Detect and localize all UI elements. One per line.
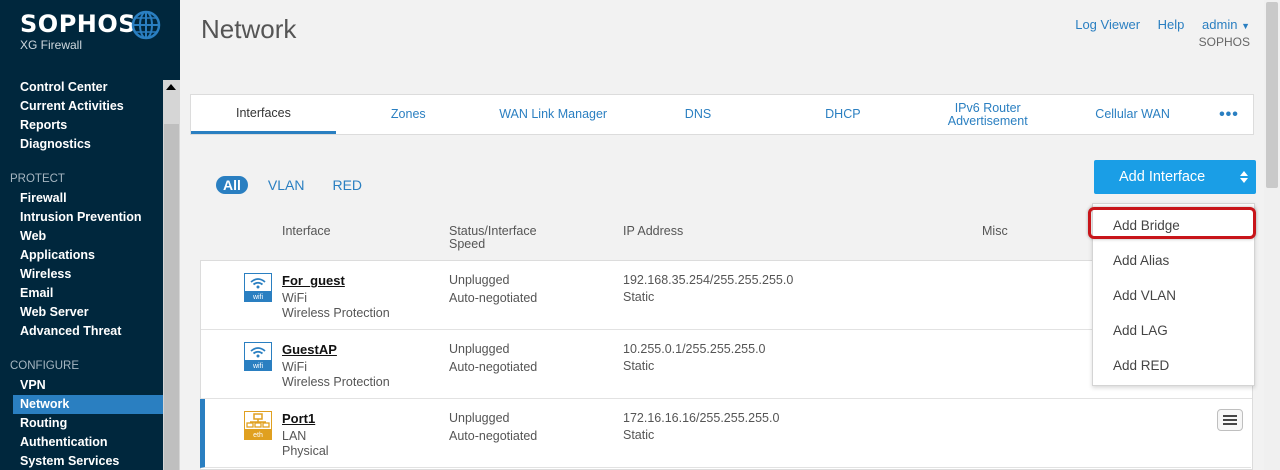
admin-user-label: admin [1202,17,1238,32]
page-title: Network [201,14,297,44]
more-tabs-icon[interactable]: ••• [1205,95,1253,134]
interface-ip-mode: Static [623,428,655,442]
wifi-icon-text: wifi [252,294,264,301]
interface-type: LAN [282,429,307,443]
interface-status: Unplugged [449,342,510,356]
up-down-arrows-icon [1240,171,1248,183]
globe-icon [131,10,161,40]
sidebar-section-protect: PROTECT [10,173,65,185]
admin-org: SOPHOS [1198,35,1250,49]
tab-dhcp[interactable]: DHCP [770,95,915,134]
wifi-icon: wifi [244,273,272,302]
sidebar-item-network[interactable]: Network [13,395,163,414]
sophos-logo[interactable]: SOPHOS XG Firewall [20,10,136,52]
brand-name: SOPHOS [20,10,137,38]
interface-zone: Wireless Protection [282,375,390,389]
interface-ip-mode: Static [623,290,655,304]
interface-filters: All VLAN RED [216,176,390,194]
tab-ipv6-label: IPv6 Router Advertisement [947,100,1028,128]
add-interface-button[interactable]: Add Interface [1094,160,1256,194]
column-ip-address: IP Address [623,224,684,238]
tab-ipv6-router-advertisement[interactable]: IPv6 Router Advertisement [915,95,1060,134]
sidebar-item-routing[interactable]: Routing [0,414,163,433]
admin-menu[interactable]: admin ▼ [1202,17,1250,32]
add-red-option[interactable]: Add RED [1093,348,1254,383]
sidebar-item-advanced-threat[interactable]: Advanced Threat [0,322,163,341]
add-lag-option[interactable]: Add LAG [1093,313,1254,348]
interface-speed: Auto-negotiated [449,291,538,305]
help-link[interactable]: Help [1158,17,1185,32]
tab-bar: Interfaces Zones WAN Link Manager DNS DH… [190,94,1254,135]
sidebar-item-email[interactable]: Email [0,284,163,303]
sidebar-item-authentication[interactable]: Authentication [0,433,163,452]
interface-speed: Auto-negotiated [449,360,538,374]
tab-wan-link-manager[interactable]: WAN Link Manager [481,95,626,134]
interface-ip: 192.168.35.254/255.255.255.0 [623,273,794,287]
interface-speed: Auto-negotiated [449,429,538,443]
sidebar-item-diagnostics[interactable]: Diagnostics [0,135,163,154]
interface-name-link[interactable]: Port1 [282,411,315,426]
add-alias-option[interactable]: Add Alias [1093,243,1254,278]
column-misc: Misc [982,224,1008,238]
highlight-box [1088,207,1256,239]
interface-ip: 172.16.16.16/255.255.255.0 [623,411,780,425]
ethernet-icon-text: eth [253,432,263,439]
sidebar-item-firewall[interactable]: Firewall [0,189,163,208]
interface-status: Unplugged [449,411,510,425]
add-vlan-option[interactable]: Add VLAN [1093,278,1254,313]
sidebar-item-control-center[interactable]: Control Center [0,78,163,97]
wifi-icon: wifi [244,342,272,371]
tab-dns[interactable]: DNS [626,95,771,134]
sidebar-scrollbar[interactable] [163,80,180,470]
sidebar-item-reports[interactable]: Reports [0,116,163,135]
column-interface: Interface [282,224,331,238]
filter-vlan[interactable]: VLAN [268,177,305,193]
sidebar-scrollbar-thumb[interactable] [164,124,179,470]
page-scrollbar[interactable] [1264,0,1280,470]
interface-type: WiFi [282,360,307,374]
sidebar: SOPHOS XG Firewall Control Center Curren… [0,0,180,470]
ethernet-icon: eth [244,411,272,440]
top-links: Log Viewer Help admin ▼ [1061,17,1250,32]
tab-zones[interactable]: Zones [336,95,481,134]
tab-cellular-wan[interactable]: Cellular WAN [1060,95,1205,134]
filter-all[interactable]: All [216,176,248,194]
table-row[interactable]: eth Port1 LAN Physical Unplugged Auto-ne… [200,399,1251,468]
interface-name-link[interactable]: For_guest [282,273,345,288]
product-name: XG Firewall [20,38,83,52]
wifi-icon-text: wifi [252,363,264,370]
tab-interfaces[interactable]: Interfaces [191,95,336,134]
scroll-up-arrow-icon[interactable] [166,84,176,90]
interface-ip-mode: Static [623,359,655,373]
sidebar-item-vpn[interactable]: VPN [0,376,163,395]
filter-red[interactable]: RED [332,177,362,193]
column-status-speed: Status/Interface Speed [449,224,537,251]
page-scrollbar-thumb[interactable] [1266,2,1278,188]
sidebar-nav: Control Center Current Activities Report… [0,78,163,470]
interface-zone: Wireless Protection [282,306,390,320]
interface-ip: 10.255.0.1/255.255.255.0 [623,342,766,356]
sidebar-item-system-services[interactable]: System Services [0,452,163,470]
sidebar-item-web[interactable]: Web [0,227,163,246]
sidebar-item-intrusion-prevention[interactable]: Intrusion Prevention [0,208,163,227]
row-menu-button[interactable] [1217,409,1243,431]
caret-down-icon: ▼ [1241,21,1250,31]
add-interface-label: Add Interface [1119,169,1206,185]
sidebar-section-configure: CONFIGURE [10,360,79,372]
sidebar-item-web-server[interactable]: Web Server [0,303,163,322]
sidebar-item-wireless[interactable]: Wireless [0,265,163,284]
interface-type: WiFi [282,291,307,305]
sidebar-item-applications[interactable]: Applications [0,246,163,265]
sidebar-item-current-activities[interactable]: Current Activities [0,97,163,116]
interface-zone: Physical [282,444,329,458]
interface-name-link[interactable]: GuestAP [282,342,337,357]
log-viewer-link[interactable]: Log Viewer [1075,17,1140,32]
interface-status: Unplugged [449,273,510,287]
